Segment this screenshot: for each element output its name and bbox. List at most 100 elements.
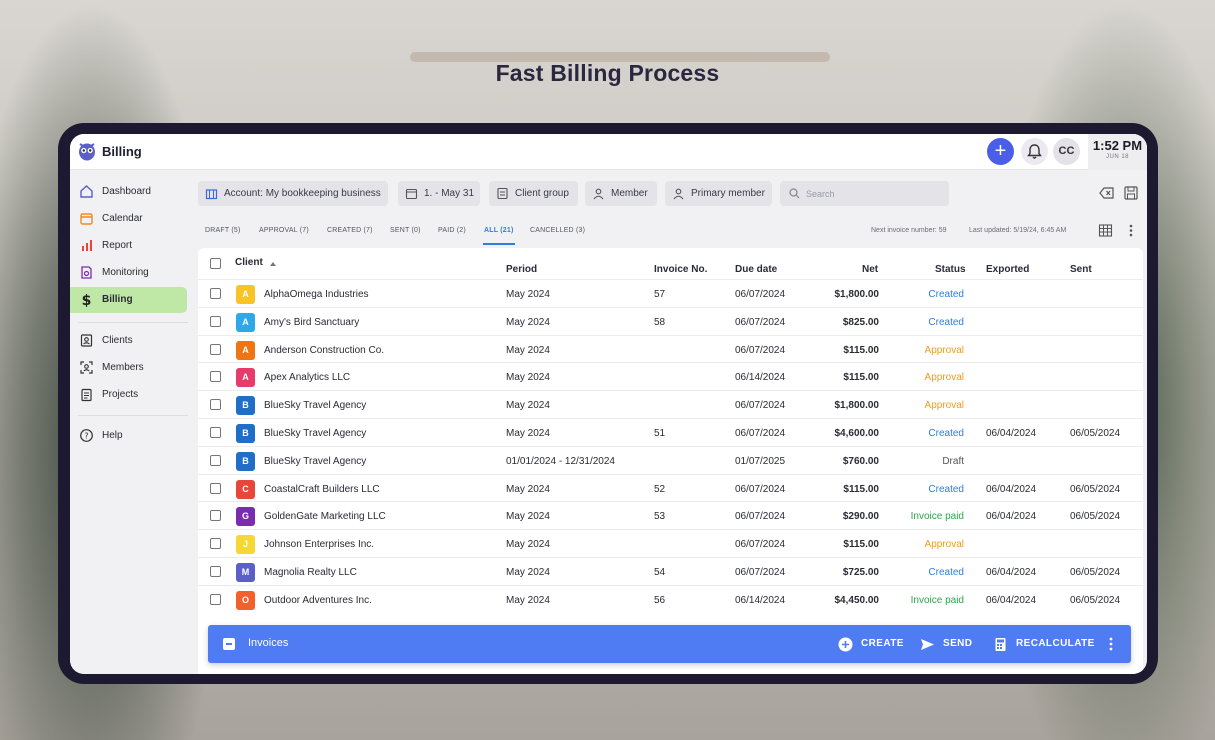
header-period[interactable]: Period: [506, 264, 537, 275]
member-filter[interactable]: Member: [585, 181, 657, 206]
sidebar-item-report[interactable]: Report: [70, 233, 187, 259]
header-net[interactable]: Net: [862, 264, 878, 275]
tab-all[interactable]: ALL (21): [484, 227, 513, 234]
select-all-checkbox[interactable]: [210, 258, 221, 269]
sidebar-item-calendar[interactable]: Calendar: [70, 206, 187, 232]
row-checkbox[interactable]: [210, 482, 221, 494]
client-name[interactable]: Apex Analytics LLC: [264, 372, 350, 383]
sidebar-item-projects[interactable]: Projects: [70, 382, 187, 408]
table-row[interactable]: B BlueSky Travel Agency May 2024 51 06/07/20…: [198, 418, 1143, 446]
client-name[interactable]: GoldenGate Marketing LLC: [264, 511, 386, 522]
table-row[interactable]: M Magnolia Realty LLC May 2024 54 06/07/2024…: [198, 557, 1143, 585]
create-button[interactable]: CREATE: [838, 625, 908, 663]
client-avatar: G: [236, 507, 255, 527]
client-name[interactable]: BlueSky Travel Agency: [264, 400, 366, 411]
header-sent[interactable]: Sent: [1070, 264, 1092, 275]
row-checkbox[interactable]: [210, 593, 221, 605]
tab-paid[interactable]: PAID (2): [438, 227, 466, 234]
table-row[interactable]: A Amy's Bird Sanctuary May 2024 58 06/07/202…: [198, 306, 1143, 335]
collapse-icon[interactable]: [223, 638, 235, 650]
client-name[interactable]: Outdoor Adventures Inc.: [264, 595, 372, 606]
tab-sent[interactable]: SENT (0): [390, 227, 421, 234]
table-columns-icon[interactable]: [1098, 223, 1113, 238]
table-row[interactable]: A AlphaOmega Industries May 2024 57 06/07/20…: [198, 279, 1143, 307]
table-row[interactable]: A Apex Analytics LLC May 2024 06/14/2024 $11…: [198, 362, 1143, 390]
tab-draft[interactable]: DRAFT (5): [205, 227, 241, 234]
search-input[interactable]: Search: [780, 181, 949, 206]
header-client[interactable]: Client: [235, 257, 263, 268]
sidebar-item-dashboard[interactable]: Dashboard: [70, 179, 187, 205]
date-filter[interactable]: 1. - May 31: [398, 181, 480, 206]
table-row[interactable]: C CoastalCraft Builders LLC May 2024 52 06/0…: [198, 473, 1143, 502]
row-checkbox[interactable]: [210, 454, 221, 466]
notifications-button[interactable]: [1021, 138, 1048, 165]
sidebar-item-billing[interactable]: $ Billing: [70, 287, 187, 313]
row-checkbox[interactable]: [210, 538, 221, 550]
bar-chart-icon: [82, 240, 92, 251]
table-row[interactable]: A Anderson Construction Co. May 2024 06/07/…: [198, 334, 1143, 363]
header-status[interactable]: Status: [935, 264, 966, 275]
table-row[interactable]: G GoldenGate Marketing LLC May 2024 53 06/07…: [198, 501, 1143, 529]
due-date: 06/14/2024: [735, 372, 786, 384]
header-invoice-no[interactable]: Invoice No.: [654, 264, 707, 275]
client-avatar: C: [236, 479, 255, 499]
more-options-icon[interactable]: [1126, 223, 1136, 238]
plus-circle-icon: [838, 637, 853, 652]
more-vertical-icon[interactable]: [1105, 636, 1117, 652]
period: May 2024: [506, 567, 550, 578]
user-avatar[interactable]: CC: [1053, 138, 1080, 165]
invoice-number: 53: [654, 511, 666, 523]
next-invoice-number: Next invoice number: 59: [871, 227, 947, 234]
client-avatar: B: [236, 451, 255, 471]
sidebar-item-monitoring[interactable]: Monitoring: [70, 260, 187, 286]
table-row[interactable]: B BlueSky Travel Agency 01/01/2024 - 12/31…: [198, 445, 1143, 474]
due-date: 06/07/2024: [735, 483, 786, 495]
sidebar-item-label: Calendar: [102, 213, 143, 224]
row-checkbox[interactable]: [210, 427, 221, 438]
table-row[interactable]: O Outdoor Adventures Inc. May 2024 56 06/14/…: [198, 584, 1143, 613]
table-row[interactable]: B BlueSky Travel Agency May 2024 06/07/2024…: [198, 390, 1143, 418]
tab-approval[interactable]: APPROVAL (7): [259, 227, 309, 234]
last-updated: Last updated: 5/19/24, 6:45 AM: [969, 227, 1067, 234]
contact-icon: [80, 334, 93, 347]
client-name[interactable]: Magnolia Realty LLC: [264, 567, 357, 578]
tab-created[interactable]: CREATED (7): [327, 227, 373, 234]
row-checkbox[interactable]: [210, 566, 221, 577]
row-checkbox[interactable]: [210, 399, 221, 411]
sidebar-item-members[interactable]: Members: [70, 355, 187, 381]
table-row[interactable]: J Johnson Enterprises Inc. May 2024 06/07/2…: [198, 529, 1143, 557]
row-checkbox[interactable]: [210, 288, 221, 299]
account-filter[interactable]: Account: My bookkeeping business: [198, 181, 388, 206]
client-name[interactable]: CoastalCraft Builders LLC: [264, 484, 380, 495]
net-amount: $115.00: [843, 539, 879, 551]
header-due-date[interactable]: Due date: [735, 264, 777, 275]
svg-text:$: $: [82, 293, 92, 307]
client-name[interactable]: Anderson Construction Co.: [264, 345, 384, 356]
client-name[interactable]: BlueSky Travel Agency: [264, 428, 366, 439]
client-name[interactable]: AlphaOmega Industries: [264, 289, 369, 300]
invoices-table: Client Period Invoice No. Due date Net S…: [198, 248, 1143, 674]
primary-member-filter[interactable]: Primary member: [665, 181, 772, 206]
sidebar-item-help[interactable]: ? Help: [70, 423, 187, 449]
client-name[interactable]: Amy's Bird Sanctuary: [264, 317, 359, 328]
row-checkbox[interactable]: [210, 315, 221, 327]
client-name[interactable]: Johnson Enterprises Inc.: [264, 539, 374, 550]
svg-text:?: ?: [84, 432, 88, 441]
save-icon[interactable]: [1123, 185, 1139, 201]
sort-asc-icon[interactable]: [269, 261, 277, 267]
row-checkbox[interactable]: [210, 343, 221, 355]
add-button[interactable]: +: [987, 138, 1014, 165]
help-icon: ?: [80, 429, 93, 442]
client-avatar: O: [236, 590, 255, 610]
sidebar-item-clients[interactable]: Clients: [70, 328, 187, 354]
row-checkbox[interactable]: [210, 371, 221, 383]
client-group-filter[interactable]: Client group: [489, 181, 578, 206]
tab-cancelled[interactable]: CANCELLED (3): [530, 227, 585, 234]
send-button[interactable]: SEND: [920, 625, 980, 663]
sent-date: 06/05/2024: [1070, 511, 1121, 523]
header-exported[interactable]: Exported: [986, 264, 1029, 275]
recalculate-button[interactable]: RECALCULATE: [993, 625, 1103, 663]
clear-filters-icon[interactable]: [1099, 185, 1115, 201]
client-name[interactable]: BlueSky Travel Agency: [264, 456, 366, 467]
row-checkbox[interactable]: [210, 510, 221, 522]
